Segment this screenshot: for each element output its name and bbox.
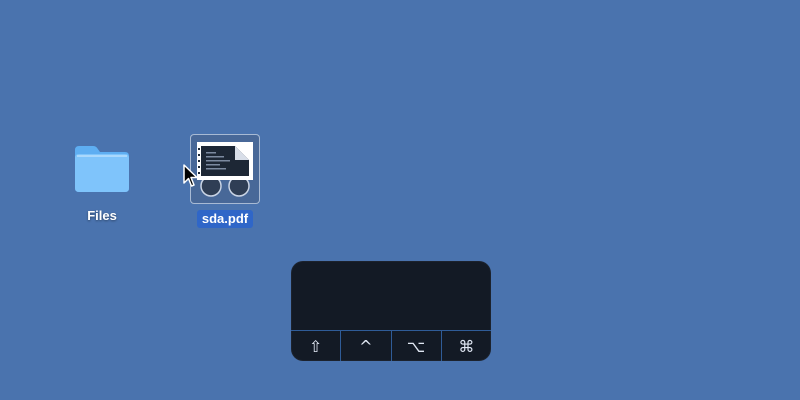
trackpad-area[interactable] [291, 261, 491, 330]
folder-icon [71, 140, 133, 198]
shift-icon: ⇧ [308, 336, 323, 356]
modifier-key-row: ⇧ ^ ⌥ ⌘ [291, 330, 491, 361]
desktop-item-label: Files [87, 208, 117, 223]
selection-frame [190, 134, 260, 204]
keyboard-panel: ⇧ ^ ⌥ ⌘ [291, 261, 491, 361]
option-key[interactable]: ⌥ [392, 331, 442, 361]
pdf-document-icon [197, 142, 253, 197]
control-icon: ^ [359, 336, 373, 356]
option-icon: ⌥ [406, 336, 426, 356]
desktop-item-label-selected: sda.pdf [196, 210, 254, 228]
command-key[interactable]: ⌘ [442, 331, 491, 361]
arrow-pointer-icon [183, 164, 199, 188]
desktop-item-files[interactable]: Files [57, 140, 147, 224]
command-icon: ⌘ [458, 336, 475, 356]
control-key[interactable]: ^ [341, 331, 392, 361]
shift-key[interactable]: ⇧ [291, 331, 342, 361]
